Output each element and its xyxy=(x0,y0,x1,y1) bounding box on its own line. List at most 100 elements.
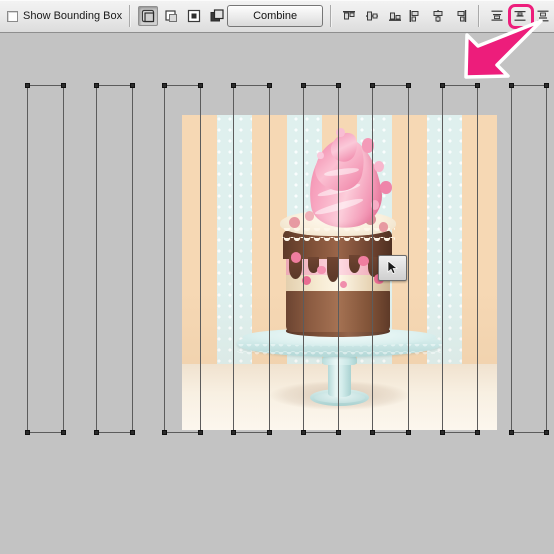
show-bounding-box-checkbox-wrap[interactable]: Show Bounding Box xyxy=(7,4,122,28)
distribute-bottom-edges-icon[interactable] xyxy=(533,6,553,26)
anchor-point[interactable] xyxy=(509,83,514,88)
guide-top-bar xyxy=(303,85,339,86)
anchor-point[interactable] xyxy=(336,430,341,435)
anchor-point[interactable] xyxy=(162,83,167,88)
anchor-point[interactable] xyxy=(370,83,375,88)
anchor-point[interactable] xyxy=(130,83,135,88)
anchor-point[interactable] xyxy=(25,430,30,435)
guide-line-right[interactable] xyxy=(546,85,547,433)
shape-selection-guides[interactable] xyxy=(94,83,135,435)
intersect-shape-areas-icon[interactable] xyxy=(184,6,204,26)
anchor-point[interactable] xyxy=(406,430,411,435)
anchor-point[interactable] xyxy=(94,430,99,435)
subtract-from-shape-area-icon[interactable] xyxy=(161,6,181,26)
photoshop-screenshot: Show Bounding Box Combine xyxy=(0,0,554,554)
guide-top-bar xyxy=(96,85,133,86)
show-bounding-box-checkbox[interactable] xyxy=(7,10,18,22)
guide-bottom-bar xyxy=(27,432,64,433)
anchor-point[interactable] xyxy=(370,430,375,435)
guide-bottom-bar xyxy=(164,432,201,433)
anchor-point[interactable] xyxy=(301,83,306,88)
anchor-point[interactable] xyxy=(440,430,445,435)
anchor-point[interactable] xyxy=(198,430,203,435)
guide-bottom-bar xyxy=(96,432,133,433)
guide-top-bar xyxy=(27,85,64,86)
combine-button[interactable]: Combine xyxy=(227,5,324,27)
anchor-point[interactable] xyxy=(440,83,445,88)
guide-line-right[interactable] xyxy=(132,85,133,433)
guide-line-right[interactable] xyxy=(477,85,478,433)
shape-selection-guides[interactable] xyxy=(440,83,480,435)
anchor-point[interactable] xyxy=(25,83,30,88)
align-left-edges-icon[interactable] xyxy=(405,6,425,26)
guide-line-right[interactable] xyxy=(269,85,270,433)
anchor-point[interactable] xyxy=(544,430,549,435)
guide-line-left[interactable] xyxy=(303,85,304,433)
shape-selection-guides[interactable] xyxy=(25,83,66,435)
shape-selection-guides[interactable] xyxy=(231,83,272,435)
guide-line-left[interactable] xyxy=(511,85,512,433)
distribute-vertical-centers-icon[interactable] xyxy=(510,6,530,26)
anchor-point[interactable] xyxy=(231,83,236,88)
path-selection-cursor xyxy=(378,255,407,281)
guide-line-left[interactable] xyxy=(27,85,28,433)
distribute-top-edges-icon[interactable] xyxy=(487,6,507,26)
guide-top-bar xyxy=(511,85,547,86)
arrow-pointer-icon xyxy=(387,260,398,275)
guide-top-bar xyxy=(164,85,201,86)
show-bounding-box-label: Show Bounding Box xyxy=(23,10,123,22)
anchor-point[interactable] xyxy=(94,83,99,88)
guide-bottom-bar xyxy=(511,432,547,433)
toolbar-separator-2 xyxy=(330,5,333,27)
distribute-vertical-group xyxy=(487,6,553,26)
toolbar-separator-3 xyxy=(478,5,481,27)
anchor-point[interactable] xyxy=(475,83,480,88)
guide-top-bar xyxy=(442,85,478,86)
anchor-point[interactable] xyxy=(475,430,480,435)
guide-top-bar xyxy=(233,85,270,86)
guide-line-right[interactable] xyxy=(338,85,339,433)
toolbar-separator-1 xyxy=(129,5,132,27)
guide-line-left[interactable] xyxy=(372,85,373,433)
align-vertical-group xyxy=(339,6,405,26)
exclude-overlapping-shape-areas-icon[interactable] xyxy=(207,6,227,26)
guide-line-left[interactable] xyxy=(164,85,165,433)
anchor-point[interactable] xyxy=(544,83,549,88)
align-horizontal-group xyxy=(405,6,471,26)
align-right-edges-icon[interactable] xyxy=(451,6,471,26)
guide-line-left[interactable] xyxy=(442,85,443,433)
guide-bottom-bar xyxy=(303,432,339,433)
align-vertical-centers-icon[interactable] xyxy=(362,6,382,26)
guide-top-bar xyxy=(372,85,409,86)
anchor-point[interactable] xyxy=(61,430,66,435)
anchor-point[interactable] xyxy=(231,430,236,435)
anchor-point[interactable] xyxy=(267,430,272,435)
anchor-point[interactable] xyxy=(61,83,66,88)
anchor-point[interactable] xyxy=(509,430,514,435)
guide-line-right[interactable] xyxy=(63,85,64,433)
align-top-edges-icon[interactable] xyxy=(339,6,359,26)
anchor-point[interactable] xyxy=(130,430,135,435)
path-operations-group xyxy=(138,6,227,26)
options-bar: Show Bounding Box Combine xyxy=(0,0,554,33)
guide-line-right[interactable] xyxy=(408,85,409,433)
guide-line-left[interactable] xyxy=(96,85,97,433)
anchor-point[interactable] xyxy=(301,430,306,435)
shape-selection-guides[interactable] xyxy=(162,83,203,435)
shape-selection-guides[interactable] xyxy=(509,83,549,435)
add-to-shape-area-icon[interactable] xyxy=(138,6,159,26)
anchor-point[interactable] xyxy=(198,83,203,88)
align-bottom-edges-icon[interactable] xyxy=(385,6,405,26)
guide-bottom-bar xyxy=(233,432,270,433)
anchor-point[interactable] xyxy=(267,83,272,88)
anchor-point[interactable] xyxy=(162,430,167,435)
shape-selection-guides[interactable] xyxy=(301,83,341,435)
document-canvas[interactable] xyxy=(0,33,554,554)
anchor-point[interactable] xyxy=(406,83,411,88)
guide-bottom-bar xyxy=(372,432,409,433)
align-horizontal-centers-icon[interactable] xyxy=(428,6,448,26)
guide-bottom-bar xyxy=(442,432,478,433)
guide-line-left[interactable] xyxy=(233,85,234,433)
anchor-point[interactable] xyxy=(336,83,341,88)
guide-line-right[interactable] xyxy=(200,85,201,433)
